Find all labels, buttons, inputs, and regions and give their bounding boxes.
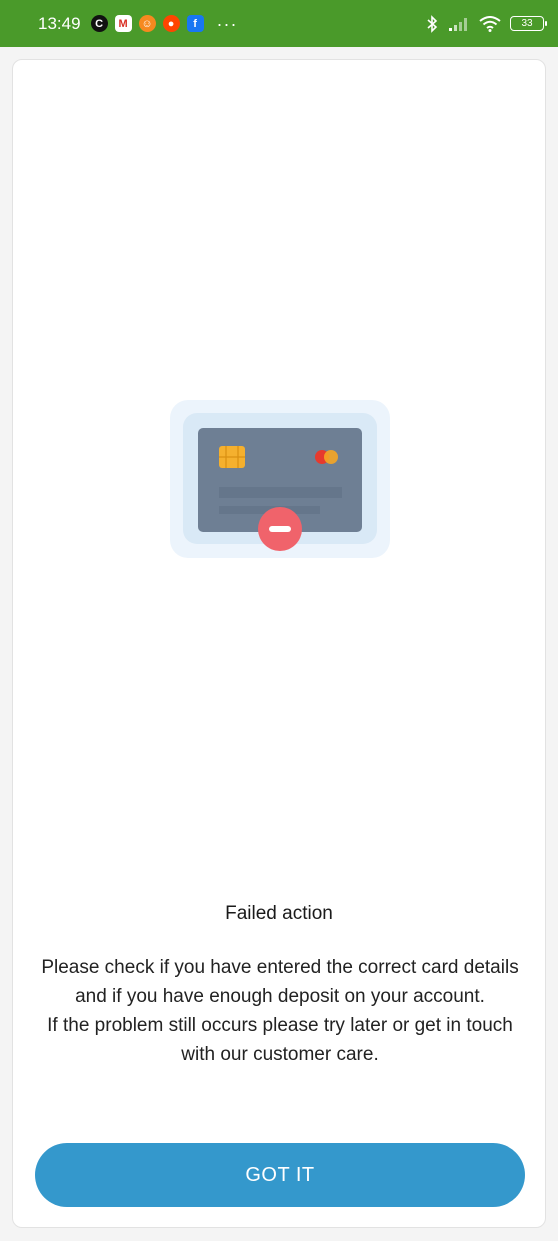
signal-icon — [449, 17, 467, 31]
failed-card-icon — [170, 400, 390, 558]
dialog-title: Failed action — [225, 903, 333, 924]
more-notifications-icon: ··· — [216, 13, 238, 34]
wifi-icon — [479, 15, 501, 32]
orange-app-icon: ☺ — [138, 15, 156, 32]
gmail-icon: M — [114, 15, 132, 32]
message-text: Please check if you have entered the cor… — [41, 957, 519, 1007]
dialog-message: Please check if you have entered the cor… — [37, 953, 523, 1069]
failed-action-dialog: Failed action Please check if you have e… — [12, 59, 546, 1228]
status-bar: 13:49 C M ☺ ● f ··· 33 — [0, 0, 558, 47]
c-app-icon: C — [90, 15, 108, 32]
battery-icon: 33 — [510, 16, 547, 31]
facebook-icon: f — [186, 15, 204, 32]
notification-icons: C M ☺ ● f ··· — [90, 13, 238, 34]
status-time: 13:49 — [38, 13, 81, 33]
reddit-icon: ● — [162, 15, 180, 32]
system-icons: 33 — [425, 14, 547, 33]
bluetooth-icon — [427, 14, 438, 33]
message-text: If the problem still occurs please try l… — [47, 1015, 513, 1065]
got-it-button[interactable]: GOT IT — [35, 1143, 525, 1207]
